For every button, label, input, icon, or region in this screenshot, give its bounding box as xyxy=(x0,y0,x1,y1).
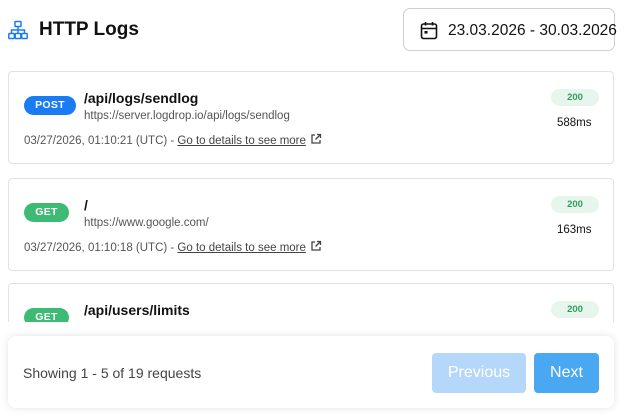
log-meta: 03/27/2026, 01:10:18 (UTC) - Go to detai… xyxy=(24,240,322,255)
log-item[interactable]: GET / https://www.google.com/ 03/27/2026… xyxy=(8,178,614,271)
log-path: /api/users/limits xyxy=(84,302,190,318)
log-url: https://server.logdrop.io/api/logs/sendl… xyxy=(84,110,290,122)
duration: 163ms xyxy=(557,224,592,236)
log-meta: 03/27/2026, 01:10:21 (UTC) - Go to detai… xyxy=(24,133,322,148)
duration: 588ms xyxy=(557,117,592,129)
log-item[interactable]: POST /api/logs/sendlog https://server.lo… xyxy=(8,71,614,164)
log-path: /api/logs/sendlog xyxy=(84,90,199,106)
details-link-label: Go to details to see more xyxy=(177,135,306,147)
details-link[interactable]: Go to details to see more xyxy=(177,240,322,254)
date-range-text: 23.03.2026 - 30.03.2026 xyxy=(448,22,617,39)
details-link[interactable]: Go to details to see more xyxy=(177,133,322,147)
log-url: https://www.google.com/ xyxy=(84,217,209,229)
page-header: HTTP Logs 23.03.2026 - 30.03.2026 xyxy=(8,8,617,52)
page-title: HTTP Logs xyxy=(39,19,139,40)
status-badge: 200 xyxy=(551,89,599,106)
log-timestamp: 03/27/2026, 01:10:18 (UTC) - xyxy=(24,242,178,254)
pagination-bar: Showing 1 - 5 of 19 requests Previous Ne… xyxy=(8,336,614,408)
method-badge: POST xyxy=(24,96,76,115)
details-link-label: Go to details to see more xyxy=(177,242,306,254)
log-list[interactable]: POST /api/logs/sendlog https://server.lo… xyxy=(0,64,624,322)
log-path: / xyxy=(84,197,88,213)
status-badge: 200 xyxy=(551,301,599,318)
date-range-picker[interactable]: 23.03.2026 - 30.03.2026 xyxy=(403,8,617,51)
external-link-icon xyxy=(311,240,322,251)
log-item[interactable]: GET /api/users/limits 200 xyxy=(8,283,614,322)
previous-button[interactable]: Previous xyxy=(432,353,526,393)
method-badge: GET xyxy=(24,308,69,322)
pagination-info: Showing 1 - 5 of 19 requests xyxy=(23,365,202,381)
method-badge: GET xyxy=(24,203,69,222)
calendar-icon xyxy=(420,22,438,40)
status-badge: 200 xyxy=(551,196,599,213)
log-timestamp: 03/27/2026, 01:10:21 (UTC) - xyxy=(24,135,178,147)
external-link-icon xyxy=(311,133,322,144)
sitemap-icon xyxy=(8,20,28,40)
next-button[interactable]: Next xyxy=(534,353,599,393)
